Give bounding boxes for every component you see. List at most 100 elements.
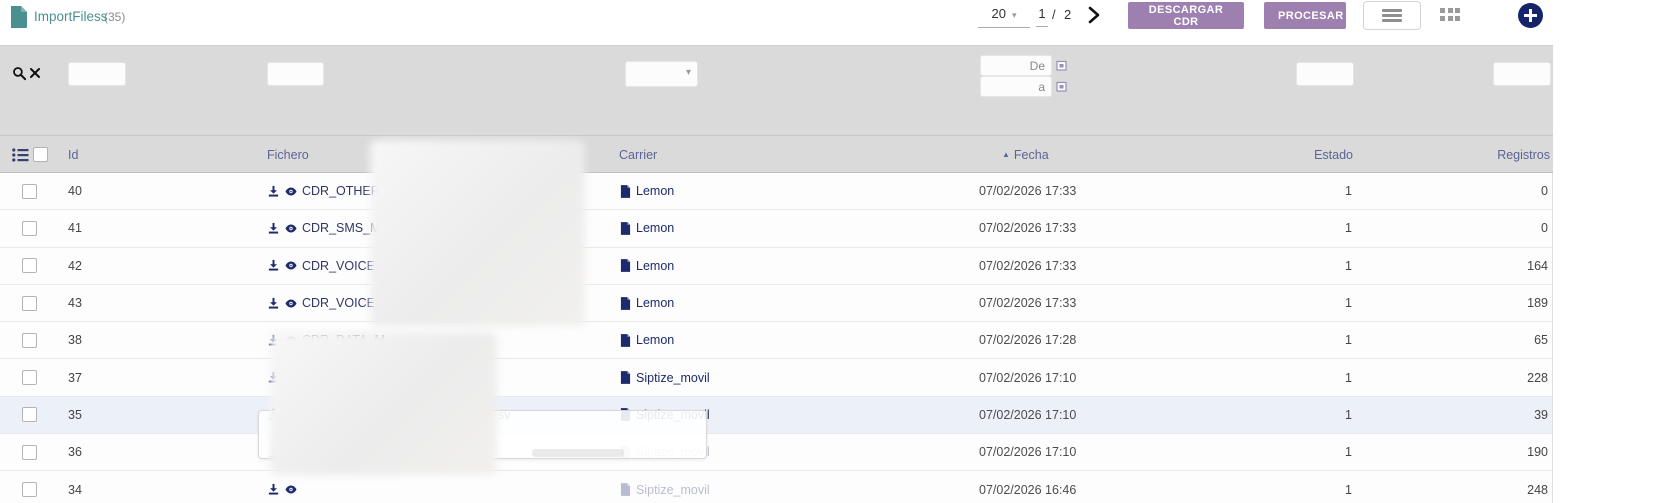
table-row[interactable]: 36 Siptize_movil 07/02/2026 17:10 1 190 xyxy=(0,434,1552,471)
preview-eye-icon[interactable] xyxy=(284,297,298,310)
list-view-button[interactable] xyxy=(1363,1,1421,30)
filter-date-to-input[interactable] xyxy=(980,76,1052,97)
table-body: 40 CDR_OTHER_ Lemon 07/02/2026 17:33 1 0… xyxy=(0,173,1553,503)
filter-id-input[interactable] xyxy=(68,62,126,86)
column-header-fecha-label: Fecha xyxy=(1014,148,1049,162)
filter-carrier-select[interactable]: ▾ xyxy=(625,61,698,87)
page-title[interactable]: ImportFiless xyxy=(34,9,108,24)
row-checkbox[interactable] xyxy=(22,296,37,311)
next-page-icon[interactable] xyxy=(1086,5,1102,25)
cell-carrier: Lemon xyxy=(620,322,674,358)
filter-registros-input[interactable] xyxy=(1493,62,1551,86)
preview-eye-icon[interactable] xyxy=(284,222,298,235)
column-header-id[interactable]: Id xyxy=(68,136,78,173)
row-checkbox[interactable] xyxy=(22,221,37,236)
file-icon xyxy=(620,334,631,347)
cell-fecha: 07/02/2026 16:46 xyxy=(979,471,1076,503)
cell-estado: 1 xyxy=(1345,285,1352,321)
select-all-checkbox[interactable] xyxy=(33,147,48,162)
list-view-page: ImportFiless (35) 20▾ 1 / 2 DESCARGAR CD… xyxy=(0,0,1655,503)
download-icon[interactable] xyxy=(267,259,280,272)
filter-date-from-input[interactable] xyxy=(980,55,1052,76)
column-header-fecha[interactable]: ▲ Fecha xyxy=(1002,136,1049,173)
calendar-icon[interactable] xyxy=(1056,81,1067,92)
table-row[interactable]: 41 CDR_SMS_MO Lemon 07/02/2026 17:33 1 0 xyxy=(0,210,1552,247)
table-row[interactable]: 37 Siptize_movil 07/02/2026 17:10 1 228 xyxy=(0,359,1552,396)
table-header: Id Fichero Carrier ▲ Fecha Estado Regist… xyxy=(0,136,1553,173)
file-icon xyxy=(620,371,631,384)
row-checkbox[interactable] xyxy=(22,370,37,385)
carrier-name: Lemon xyxy=(636,333,674,347)
carrier-name: Lemon xyxy=(636,296,674,310)
page-size-select[interactable]: 20▾ xyxy=(978,6,1030,28)
cell-fichero: CDR_OTHER_ xyxy=(267,173,387,209)
cell-carrier: Lemon xyxy=(620,210,674,246)
cell-estado: 1 xyxy=(1345,359,1352,395)
download-icon[interactable] xyxy=(267,483,280,496)
table-row[interactable]: 43 CDR_VOICE_ Lemon 07/02/2026 17:33 1 1… xyxy=(0,285,1552,322)
list-view-icon xyxy=(1382,7,1402,25)
file-icon xyxy=(620,222,631,235)
table-row-selected[interactable]: 35 sv Siptize_movil 07/02/2026 17:10 1 3… xyxy=(0,397,1552,434)
cell-id: 37 xyxy=(68,359,82,395)
download-icon[interactable] xyxy=(267,185,280,198)
row-checkbox[interactable] xyxy=(22,407,37,422)
table-row[interactable]: 38 CDR_DATA_M Lemon 07/02/2026 17:28 1 6… xyxy=(0,322,1552,359)
list-options-icon[interactable] xyxy=(12,148,29,162)
descargar-cdr-button[interactable]: DESCARGAR CDR xyxy=(1128,2,1244,29)
table-row[interactable]: 42 CDR_VOICE_ Lemon 07/02/2026 17:33 1 1… xyxy=(0,248,1552,285)
column-header-registros[interactable]: Registros xyxy=(1497,136,1550,173)
cell-registros: 228 xyxy=(1527,359,1548,395)
preview-eye-icon[interactable] xyxy=(284,185,298,198)
column-header-carrier[interactable]: Carrier xyxy=(619,136,657,173)
redaction-blur xyxy=(270,332,497,475)
carrier-name: Siptize_movil xyxy=(636,371,710,385)
cell-fecha: 07/02/2026 17:10 xyxy=(979,434,1076,470)
search-icon[interactable] xyxy=(12,66,27,81)
pager-current[interactable]: 1 xyxy=(1036,6,1048,27)
cell-carrier: Lemon xyxy=(620,173,674,209)
carrier-name: Lemon xyxy=(636,184,674,198)
calendar-icon[interactable] xyxy=(1056,60,1067,71)
table-row[interactable]: 34 Siptize_movil 07/02/2026 16:46 1 248 xyxy=(0,471,1552,503)
row-checkbox[interactable] xyxy=(22,333,37,348)
cell-id: 43 xyxy=(68,285,82,321)
filter-bar: ▾ xyxy=(0,45,1553,136)
cell-registros: 39 xyxy=(1534,397,1548,433)
create-button[interactable] xyxy=(1518,3,1543,28)
cell-id: 35 xyxy=(68,397,82,433)
table-row[interactable]: 40 CDR_OTHER_ Lemon 07/02/2026 17:33 1 0 xyxy=(0,173,1552,210)
column-header-estado[interactable]: Estado xyxy=(1314,136,1353,173)
procesar-button[interactable]: PROCESAR xyxy=(1264,2,1346,29)
redacted-text-smudge xyxy=(532,449,624,457)
pager-separator: / xyxy=(1052,7,1056,22)
row-checkbox[interactable] xyxy=(22,445,37,460)
cell-registros: 189 xyxy=(1527,285,1548,321)
carrier-name: Siptize_movil xyxy=(636,483,710,497)
preview-eye-icon[interactable] xyxy=(284,483,298,496)
cell-estado: 1 xyxy=(1345,210,1352,246)
cell-registros: 0 xyxy=(1541,210,1548,246)
download-icon[interactable] xyxy=(267,222,280,235)
clear-filters-icon[interactable] xyxy=(30,68,40,78)
chevron-down-icon: ▾ xyxy=(686,67,691,78)
row-checkbox[interactable] xyxy=(22,482,37,497)
cell-id: 41 xyxy=(68,210,82,246)
document-icon xyxy=(10,6,27,28)
row-checkbox[interactable] xyxy=(22,258,37,273)
download-icon[interactable] xyxy=(267,297,280,310)
cell-fecha: 07/02/2026 17:10 xyxy=(979,359,1076,395)
column-header-fichero[interactable]: Fichero xyxy=(267,136,309,173)
cell-id: 34 xyxy=(68,471,82,503)
file-icon xyxy=(620,185,631,198)
chevron-down-icon: ▾ xyxy=(1012,10,1017,20)
cell-estado: 1 xyxy=(1345,173,1352,209)
kanban-view-button[interactable] xyxy=(1440,8,1466,24)
cell-carrier: Lemon xyxy=(620,285,674,321)
preview-eye-icon[interactable] xyxy=(284,259,298,272)
cell-carrier: Siptize_movil xyxy=(620,471,710,503)
filter-fichero-input[interactable] xyxy=(267,62,324,86)
filter-estado-input[interactable] xyxy=(1296,62,1354,86)
cell-registros: 190 xyxy=(1527,434,1548,470)
row-checkbox[interactable] xyxy=(22,184,37,199)
